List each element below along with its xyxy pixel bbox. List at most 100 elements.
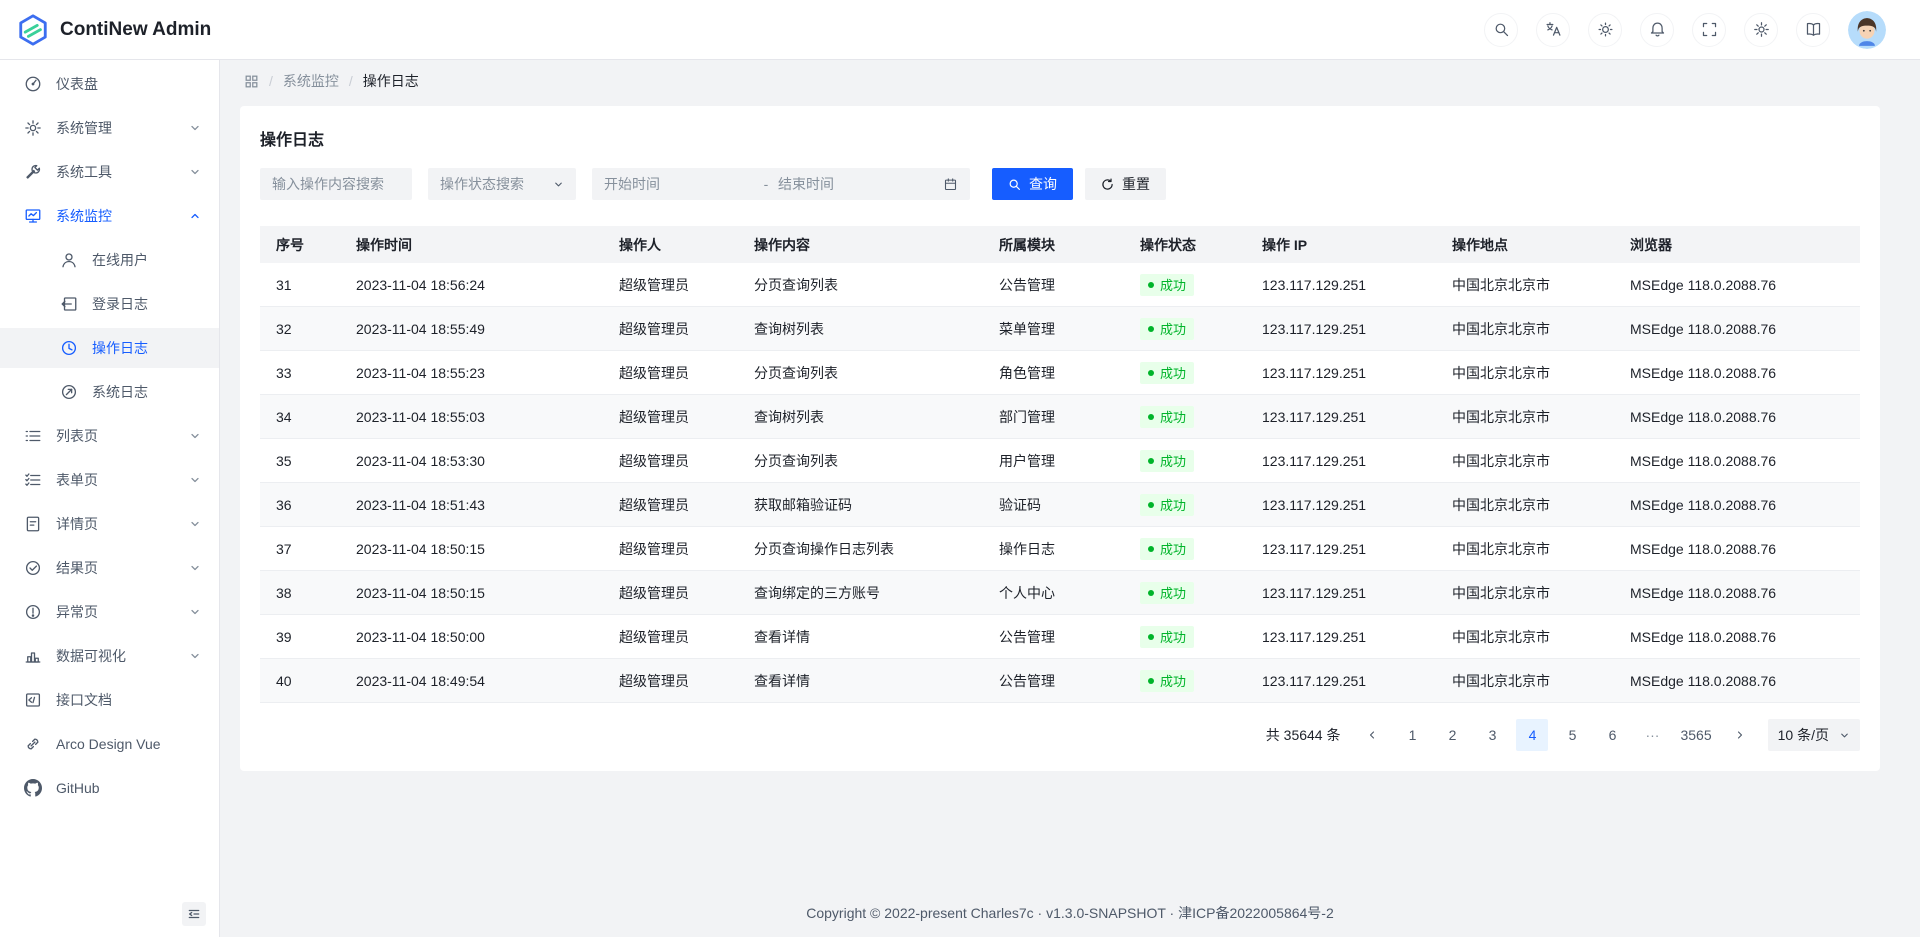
sidebar-item-label: 数据可视化	[56, 646, 126, 666]
sidebar-item-github[interactable]: GitHub	[0, 768, 219, 808]
cell-no: 38	[260, 585, 340, 601]
pagination-page-3565[interactable]: 3565	[1676, 719, 1715, 751]
sidebar-item-system-tools[interactable]: 系统工具	[0, 152, 219, 192]
status-dot-icon	[1148, 282, 1154, 288]
cell-time: 2023-11-04 18:49:54	[340, 673, 603, 689]
sidebar-collapse-button[interactable]	[182, 902, 206, 926]
status-badge: 成功	[1140, 362, 1194, 384]
pagination-page-2[interactable]: 2	[1436, 719, 1468, 751]
theme-light-icon[interactable]	[1588, 13, 1622, 47]
table-row[interactable]: 34 2023-11-04 18:55:03 超级管理员 查询树列表 部门管理 …	[260, 395, 1860, 439]
breadcrumb-current: 操作日志	[363, 71, 419, 91]
cell-status: 成功	[1124, 582, 1246, 604]
list-icon	[24, 427, 42, 445]
pagination-page-6[interactable]: 6	[1596, 719, 1628, 751]
cell-browser: MSEdge 118.0.2088.76	[1614, 585, 1860, 601]
chevron-down-icon	[189, 606, 201, 618]
search-button[interactable]: 查询	[992, 168, 1073, 200]
cell-ip: 123.117.129.251	[1246, 365, 1436, 381]
status-badge: 成功	[1140, 406, 1194, 428]
cell-no: 36	[260, 497, 340, 513]
sidebar-item-system-management[interactable]: 系统管理	[0, 108, 219, 148]
cell-content: 查看详情	[738, 627, 983, 647]
sidebar-item-online-users[interactable]: 在线用户	[0, 240, 219, 280]
sidebar-item-data-visualization[interactable]: 数据可视化	[0, 636, 219, 676]
calendar-icon	[943, 177, 958, 192]
column-header: 操作时间	[340, 235, 603, 255]
column-header: 操作状态	[1124, 235, 1246, 255]
pagination-page-5[interactable]: 5	[1556, 719, 1588, 751]
translate-icon[interactable]	[1536, 13, 1570, 47]
cell-time: 2023-11-04 18:55:03	[340, 409, 603, 425]
sidebar-item-arco-design-vue[interactable]: Arco Design Vue	[0, 724, 219, 764]
cell-user: 超级管理员	[603, 495, 738, 515]
sidebar-item-list-page[interactable]: 列表页	[0, 416, 219, 456]
status-select[interactable]: 操作状态搜索	[428, 168, 576, 200]
document-icon	[24, 515, 42, 533]
app-logo-icon	[16, 13, 50, 47]
notifications-icon[interactable]	[1640, 13, 1674, 47]
sidebar-item-detail-page[interactable]: 详情页	[0, 504, 219, 544]
pagination-page-1[interactable]: 1	[1396, 719, 1428, 751]
table-header-row: 序号 操作时间 操作人 操作内容 所属模块 操作状态 操作 IP 操作地点 浏览…	[260, 226, 1860, 263]
table-row[interactable]: 35 2023-11-04 18:53:30 超级管理员 分页查询列表 用户管理…	[260, 439, 1860, 483]
apps-grid-icon[interactable]	[244, 74, 259, 89]
breadcrumb-section[interactable]: 系统监控	[283, 71, 339, 91]
table-row[interactable]: 36 2023-11-04 18:51:43 超级管理员 获取邮箱验证码 验证码…	[260, 483, 1860, 527]
status-badge: 成功	[1140, 538, 1194, 560]
table-row[interactable]: 37 2023-11-04 18:50:15 超级管理员 分页查询操作日志列表 …	[260, 527, 1860, 571]
cell-user: 超级管理员	[603, 671, 738, 691]
sidebar-item-form-page[interactable]: 表单页	[0, 460, 219, 500]
content-search-input[interactable]	[260, 168, 412, 200]
cell-location: 中国北京北京市	[1436, 363, 1614, 383]
sidebar-item-exception-page[interactable]: 异常页	[0, 592, 219, 632]
table-row[interactable]: 32 2023-11-04 18:55:49 超级管理员 查询树列表 菜单管理 …	[260, 307, 1860, 351]
reset-button[interactable]: 重置	[1085, 168, 1166, 200]
pagination-prev-button[interactable]	[1356, 719, 1388, 751]
cell-status: 成功	[1124, 274, 1246, 296]
user-avatar[interactable]	[1848, 11, 1886, 49]
cell-no: 40	[260, 673, 340, 689]
table-row[interactable]: 38 2023-11-04 18:50:15 超级管理员 查询绑定的三方账号 个…	[260, 571, 1860, 615]
link-icon	[24, 735, 42, 753]
page-size-value: 10 条/页	[1778, 725, 1829, 745]
status-badge: 成功	[1140, 318, 1194, 340]
sidebar-item-label: 接口文档	[56, 690, 112, 710]
table-row[interactable]: 33 2023-11-04 18:55:23 超级管理员 分页查询列表 角色管理…	[260, 351, 1860, 395]
cell-location: 中国北京北京市	[1436, 495, 1614, 515]
menu-fold-icon	[187, 907, 201, 921]
table-row[interactable]: 40 2023-11-04 18:49:54 超级管理员 查看详情 公告管理 成…	[260, 659, 1860, 703]
cell-content: 分页查询列表	[738, 275, 983, 295]
status-dot-icon	[1148, 326, 1154, 332]
sidebar-item-result-page[interactable]: 结果页	[0, 548, 219, 588]
settings-icon[interactable]	[1744, 13, 1778, 47]
pagination-page-4[interactable]: 4	[1516, 719, 1548, 751]
sidebar-item-dashboard[interactable]: 仪表盘	[0, 64, 219, 104]
cell-browser: MSEdge 118.0.2088.76	[1614, 673, 1860, 689]
docs-book-icon[interactable]	[1796, 13, 1830, 47]
sidebar-item-system-monitor[interactable]: 系统监控	[0, 196, 219, 236]
pagination: 共 35644 条 123456···3565 10 条/页	[260, 719, 1860, 751]
cell-module: 用户管理	[983, 451, 1124, 471]
pagination-page-3[interactable]: 3	[1476, 719, 1508, 751]
breadcrumb: / 系统监控 / 操作日志	[220, 60, 1920, 102]
search-icon[interactable]	[1484, 13, 1518, 47]
sidebar-item-operation-log[interactable]: 操作日志	[0, 328, 219, 368]
column-header: 操作人	[603, 235, 738, 255]
chevron-down-icon	[189, 650, 201, 662]
sidebar-item-system-log[interactable]: 系统日志	[0, 372, 219, 412]
cell-time: 2023-11-04 18:55:23	[340, 365, 603, 381]
checklist-icon	[24, 471, 42, 489]
sidebar-item-login-log[interactable]: 登录日志	[0, 284, 219, 324]
cell-content: 分页查询操作日志列表	[738, 539, 983, 559]
pagination-next-button[interactable]	[1724, 719, 1756, 751]
cell-time: 2023-11-04 18:53:30	[340, 453, 603, 469]
column-header: 所属模块	[983, 235, 1124, 255]
fullscreen-icon[interactable]	[1692, 13, 1726, 47]
date-range-picker[interactable]: 开始时间 - 结束时间	[592, 168, 970, 200]
status-badge: 成功	[1140, 670, 1194, 692]
sidebar-item-api-docs[interactable]: 接口文档	[0, 680, 219, 720]
table-row[interactable]: 39 2023-11-04 18:50:00 超级管理员 查看详情 公告管理 成…	[260, 615, 1860, 659]
table-row[interactable]: 31 2023-11-04 18:56:24 超级管理员 分页查询列表 公告管理…	[260, 263, 1860, 307]
page-size-select[interactable]: 10 条/页	[1768, 719, 1860, 751]
